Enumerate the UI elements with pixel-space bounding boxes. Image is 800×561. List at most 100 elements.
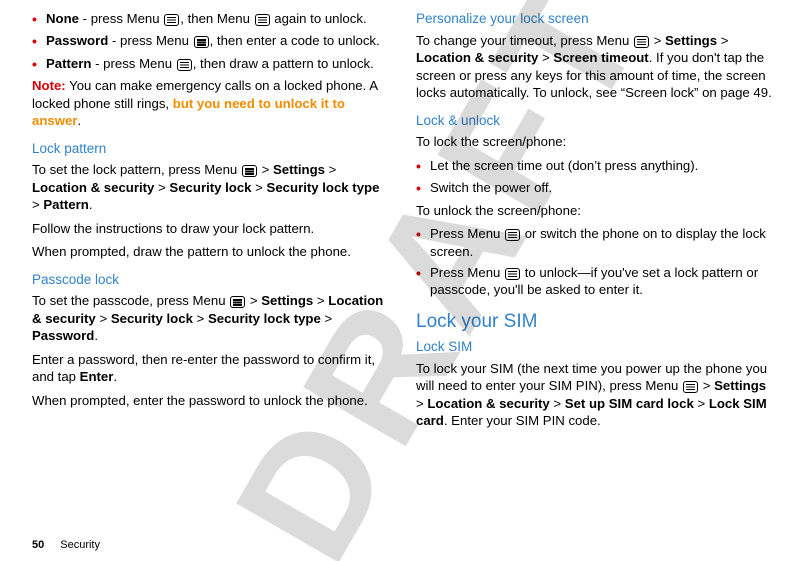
text: To set the lock pattern, press Menu: [32, 162, 241, 177]
right-column: Personalize your lock screen To change y…: [416, 10, 772, 435]
bullet-text: Let the screen time out (don’t press any…: [430, 157, 772, 175]
passcode-enter: Enter a password, then re-enter the pass…: [32, 351, 388, 386]
bullet-text: again to unlock.: [271, 11, 367, 26]
sep: >: [321, 311, 332, 326]
menu-icon: [164, 14, 179, 26]
bullet-label: None: [46, 11, 79, 26]
heading-lock-your-sim: Lock your SIM: [416, 309, 772, 334]
crumb-location-security: Location & security: [32, 180, 154, 195]
sep: >: [246, 293, 261, 308]
text: To change your timeout, press Menu: [416, 33, 633, 48]
bullet-label: Pattern: [46, 56, 91, 71]
note-label: Note:: [32, 78, 66, 93]
bullet-text: , then Menu: [180, 11, 253, 26]
sep: >: [699, 378, 714, 393]
heading-lock-sim: Lock SIM: [416, 338, 772, 356]
text: . Enter your SIM PIN code.: [444, 413, 601, 428]
bullet-icon: •: [32, 10, 46, 28]
lock-pattern-prompt: When prompted, draw the pattern to unloc…: [32, 243, 388, 260]
bullet-icon: •: [416, 264, 430, 299]
personalize-text: To change your timeout, press Menu > Set…: [416, 32, 772, 102]
sep: >: [650, 33, 665, 48]
bullet-icon: •: [416, 225, 430, 260]
section-name: Security: [60, 539, 100, 551]
bullet-press-menu-unlock: • Press Menu to unlock—if you've set a l…: [416, 264, 772, 299]
crumb-security-lock-type: Security lock type: [267, 180, 380, 195]
bullet-icon: •: [416, 179, 430, 197]
passcode-path: To set the passcode, press Menu > Settin…: [32, 292, 388, 344]
unlock-phone-intro: To unlock the screen/phone:: [416, 202, 772, 219]
menu-icon: [255, 14, 270, 26]
menu-icon: [683, 381, 698, 393]
bullet-pattern: • Pattern - press Menu , then draw a pat…: [32, 55, 388, 73]
sep: >: [154, 180, 169, 195]
bullet-icon: •: [416, 157, 430, 175]
bullet-icon: •: [32, 55, 46, 73]
bullet-timeout: • Let the screen time out (don’t press a…: [416, 157, 772, 175]
heading-lock-unlock: Lock & unlock: [416, 112, 772, 130]
sep: >: [325, 162, 336, 177]
sep: >: [416, 396, 427, 411]
text: Press Menu: [430, 265, 504, 280]
sep: >: [313, 293, 328, 308]
sep: >: [550, 396, 565, 411]
bullet-none: • None - press Menu , then Menu again to…: [32, 10, 388, 28]
bullet-password: • Password - press Menu , then enter a c…: [32, 32, 388, 50]
bullet-text: Switch the power off.: [430, 179, 772, 197]
crumb-setup-sim-lock: Set up SIM card lock: [565, 396, 694, 411]
heading-lock-pattern: Lock pattern: [32, 140, 388, 158]
period: .: [89, 197, 93, 212]
menu-icon: [505, 268, 520, 280]
bullet-poweroff: • Switch the power off.: [416, 179, 772, 197]
sep: >: [193, 311, 208, 326]
sep: >: [717, 33, 728, 48]
lock-sim-text: To lock your SIM (the next time you powe…: [416, 360, 772, 430]
menu-icon: [634, 36, 649, 48]
menu-icon: [194, 36, 209, 48]
sep: >: [258, 162, 273, 177]
crumb-pattern: Pattern: [43, 197, 88, 212]
crumb-location-security: Location & security: [416, 50, 538, 65]
crumb-location-security: Location & security: [427, 396, 549, 411]
heading-personalize-lock: Personalize your lock screen: [416, 10, 772, 28]
bullet-label: Password: [46, 33, 108, 48]
period: .: [113, 369, 117, 384]
lock-pattern-path: To set the lock pattern, press Menu > Se…: [32, 161, 388, 213]
crumb-security-lock: Security lock: [169, 180, 251, 195]
crumb-screen-timeout: Screen timeout: [553, 50, 648, 65]
lock-pattern-follow: Follow the instructions to draw your loc…: [32, 220, 388, 237]
bullet-icon: •: [32, 32, 46, 50]
period: .: [94, 328, 98, 343]
menu-icon: [505, 229, 520, 241]
lock-phone-intro: To lock the screen/phone:: [416, 133, 772, 150]
crumb-settings: Settings: [714, 378, 766, 393]
sep: >: [538, 50, 553, 65]
bullet-text: - press Menu: [108, 33, 192, 48]
heading-passcode-lock: Passcode lock: [32, 271, 388, 289]
page-number: 50: [32, 539, 44, 551]
menu-icon: [177, 59, 192, 71]
passcode-prompt: When prompted, enter the password to unl…: [32, 392, 388, 409]
crumb-settings: Settings: [261, 293, 313, 308]
menu-icon: [230, 296, 245, 308]
enter-label: Enter: [80, 369, 114, 384]
bullet-press-menu-display: • Press Menu or switch the phone on to d…: [416, 225, 772, 260]
crumb-security-lock: Security lock: [111, 311, 193, 326]
sep: >: [252, 180, 267, 195]
page-footer: 50 Security: [32, 539, 100, 551]
crumb-settings: Settings: [273, 162, 325, 177]
bullet-text: , then enter a code to unlock.: [210, 33, 380, 48]
menu-icon: [242, 165, 257, 177]
note-paragraph: Note: You can make emergency calls on a …: [32, 77, 388, 129]
sep: >: [32, 197, 43, 212]
bullet-text: - press Menu: [79, 11, 163, 26]
bullet-text: - press Menu: [91, 56, 175, 71]
text: To set the passcode, press Menu: [32, 293, 229, 308]
left-column: • None - press Menu , then Menu again to…: [32, 10, 388, 435]
note-period: .: [77, 113, 81, 128]
crumb-settings: Settings: [665, 33, 717, 48]
crumb-security-lock-type: Security lock type: [208, 311, 321, 326]
text: Press Menu: [430, 226, 504, 241]
crumb-password: Password: [32, 328, 94, 343]
sep: >: [96, 311, 111, 326]
